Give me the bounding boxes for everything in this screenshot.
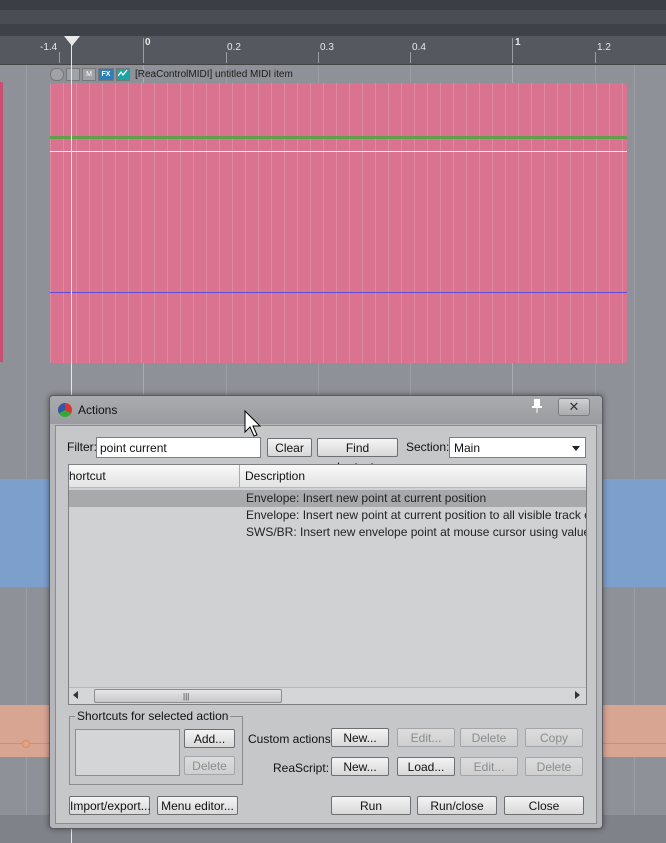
row-description: Envelope: Insert new point at current po… [246, 508, 586, 522]
item-notes-icon[interactable] [66, 67, 80, 81]
dropdown-arrow-icon [572, 446, 580, 451]
ruler-tick [318, 52, 319, 63]
filter-label: Filter: [67, 440, 97, 454]
custom-actions-delete-button[interactable]: Delete [460, 728, 518, 747]
midi-white-line [50, 151, 627, 152]
ruler-tick [143, 38, 144, 63]
row-description: Envelope: Insert new point at current po… [246, 491, 487, 505]
reascript-edit-button[interactable]: Edit... [460, 757, 518, 776]
column-header-description[interactable]: Description [245, 469, 305, 483]
scrollbar-thumb[interactable]: ||| [94, 689, 282, 703]
item-envelope-icon[interactable] [116, 67, 130, 81]
midi-item[interactable] [50, 83, 627, 363]
find-shortcut-button[interactable]: Find shortcut... [317, 438, 398, 474]
ruler-tick [59, 52, 60, 63]
menu-editor-button[interactable]: Menu editor... [157, 796, 238, 815]
reascript-load-button[interactable]: Load... [397, 757, 455, 776]
reascript-label: ReaScript: [273, 761, 330, 775]
section-label: Section: [406, 440, 450, 454]
envelope-point[interactable] [22, 740, 30, 748]
dialog-close-button[interactable]: ✕ [558, 398, 590, 416]
midi-envelope-line [50, 292, 627, 293]
list-header: hortcut Description [69, 465, 586, 488]
section-value: Main [454, 441, 481, 455]
midi-item-header: M FX [ReaControlMIDI] untitled MIDI item [50, 67, 293, 81]
mouse-pointer-icon [244, 410, 262, 437]
midi-item-grid [50, 83, 627, 363]
clear-button[interactable]: Clear [267, 438, 312, 457]
import-export-button[interactable]: Import/export... [69, 796, 151, 815]
scroll-left-icon[interactable] [73, 691, 78, 699]
delete-shortcut-button[interactable]: Delete [184, 756, 235, 775]
shortcuts-group: Shortcuts for selected action Add... Del… [69, 709, 243, 785]
edit-cursor-marker[interactable] [64, 36, 80, 46]
filter-input[interactable] [96, 437, 261, 458]
top-toolbar [0, 0, 666, 10]
ruler-tick [512, 38, 513, 63]
close-button[interactable]: Close [504, 796, 584, 815]
custom-actions-copy-button[interactable]: Copy [525, 728, 583, 747]
column-divider[interactable] [239, 465, 240, 487]
ruler-tick [410, 52, 411, 63]
item-lock-icon[interactable] [50, 67, 64, 81]
actions-dialog: Actions ✕ Filter: Clear Find shortcut...… [49, 395, 603, 829]
dialog-body: Filter: Clear Find shortcut... Section: … [55, 425, 597, 824]
item-fx-button[interactable]: FX [98, 67, 114, 81]
custom-actions-new-button[interactable]: New... [331, 728, 389, 747]
section-select[interactable]: Main [449, 437, 586, 458]
item-mute-button[interactable]: M [82, 67, 96, 81]
ruler-label: 1.2 [597, 42, 611, 53]
actions-list[interactable]: hortcut Description Envelope: Insert new… [68, 464, 587, 705]
column-header-shortcut[interactable]: hortcut [69, 469, 106, 483]
ruler-label: -1.4 [40, 42, 58, 53]
timeline-ruler[interactable]: -1.4 0 0.2 0.3 0.4 1 1.2 [0, 36, 666, 65]
previous-item-edge[interactable] [0, 82, 3, 362]
custom-actions-edit-button[interactable]: Edit... [397, 728, 455, 747]
ruler-tick [226, 52, 227, 63]
midi-item-title: [ReaControlMIDI] untitled MIDI item [135, 68, 293, 80]
region-bar [0, 24, 666, 36]
custom-actions-label: Custom actions: [248, 732, 335, 746]
ruler-label: 0 [145, 37, 151, 48]
dialog-titlebar[interactable]: Actions ✕ [50, 396, 602, 424]
transport-bar [0, 10, 666, 24]
dialog-title: Actions [78, 403, 118, 417]
row-description: SWS/BR: Insert new envelope point at mou… [246, 525, 586, 539]
ruler-label: 1 [515, 37, 521, 48]
grip-icon: ||| [183, 692, 190, 701]
reascript-delete-button[interactable]: Delete [525, 757, 583, 776]
run-close-button[interactable]: Run/close [417, 796, 497, 815]
list-row[interactable]: SWS/BR: Insert new envelope point at mou… [69, 524, 586, 541]
shortcuts-list[interactable] [75, 729, 180, 776]
midi-cc-lane-line [50, 136, 627, 139]
add-shortcut-button[interactable]: Add... [184, 729, 235, 748]
reaper-logo-icon [58, 403, 72, 417]
scroll-right-icon[interactable] [575, 691, 580, 699]
pin-icon[interactable] [530, 399, 544, 415]
horizontal-scrollbar[interactable]: ||| [69, 687, 586, 704]
reascript-new-button[interactable]: New... [331, 757, 389, 776]
ruler-tick [595, 52, 596, 63]
ruler-label: 0.3 [320, 42, 334, 53]
list-row[interactable]: Envelope: Insert new point at current po… [69, 490, 586, 507]
shortcuts-group-title: Shortcuts for selected action [75, 709, 231, 723]
list-row[interactable]: Envelope: Insert new point at current po… [69, 507, 586, 524]
ruler-label: 0.4 [412, 42, 426, 53]
ruler-label: 0.2 [227, 42, 241, 53]
run-button[interactable]: Run [331, 796, 411, 815]
